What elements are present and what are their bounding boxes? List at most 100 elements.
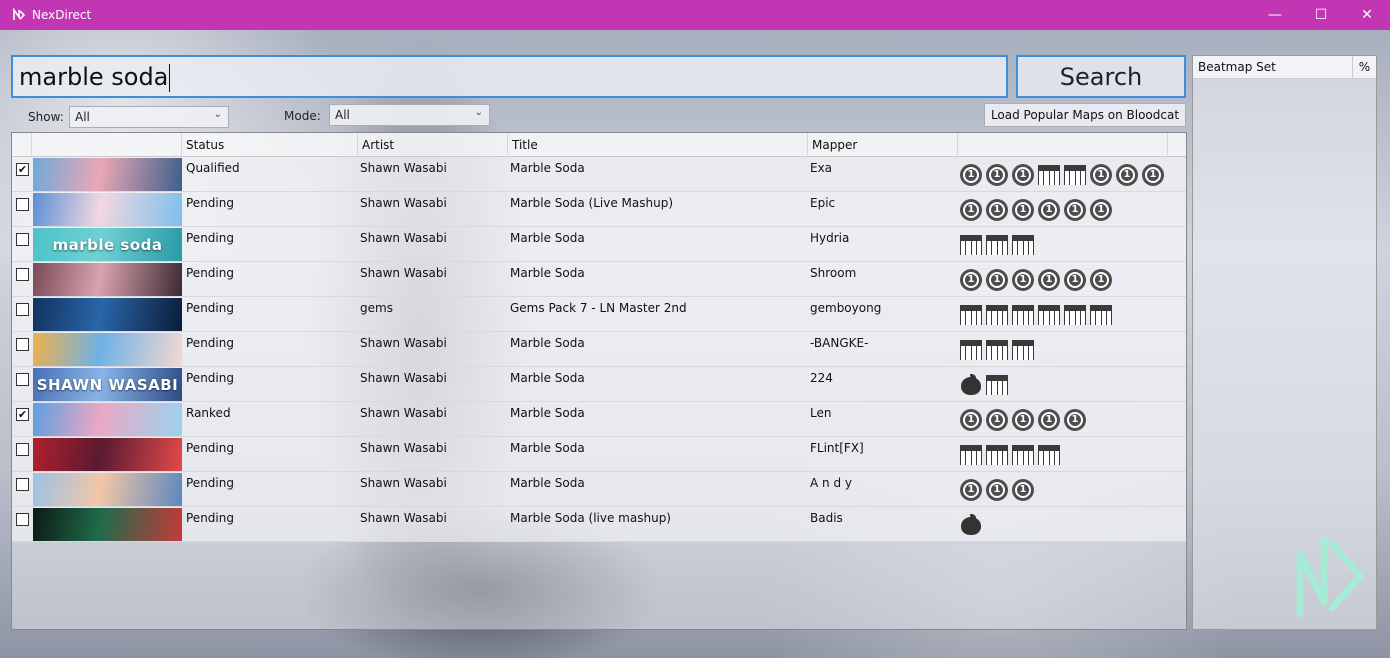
beatmap-thumbnail <box>33 263 182 296</box>
osu-mania-icon <box>1012 340 1034 360</box>
cell-status: Pending <box>186 231 234 245</box>
osu-mania-icon <box>1012 235 1034 255</box>
header-beatmap-set[interactable]: Beatmap Set <box>1193 56 1353 79</box>
cell-title: Marble Soda <box>510 336 585 350</box>
search-input[interactable]: marble soda <box>11 55 1008 98</box>
cell-status: Pending <box>186 511 234 525</box>
osu-standard-icon: 1 <box>960 164 982 186</box>
table-row[interactable]: marble soda Pending Shawn Wasabi Marble Sod… <box>12 227 1186 262</box>
osu-standard-icon: 1 <box>1038 409 1060 431</box>
osu-mania-icon <box>1090 305 1112 325</box>
osu-standard-icon: 1 <box>960 479 982 501</box>
difficulty-icons: 111111 <box>960 164 1164 186</box>
cell-status: Pending <box>186 301 234 315</box>
load-popular-button[interactable]: Load Popular Maps on Bloodcat <box>984 103 1186 127</box>
osu-mania-icon <box>986 375 1008 395</box>
cell-status: Pending <box>186 441 234 455</box>
header-artist[interactable]: Artist <box>358 133 508 157</box>
row-checkbox[interactable] <box>16 338 29 351</box>
maximize-icon: ☐ <box>1314 7 1328 23</box>
title-bar: NexDirect — ☐ ✕ <box>0 0 1390 30</box>
beatmap-results-grid[interactable]: Status Artist Title Mapper ✔ Qualified Sha… <box>11 132 1187 630</box>
cell-artist: Shawn Wasabi <box>360 336 447 350</box>
row-checkbox[interactable] <box>16 233 29 246</box>
osu-catch-icon <box>960 514 982 536</box>
search-button[interactable]: Search <box>1016 55 1186 98</box>
osu-mania-icon <box>1038 165 1060 185</box>
osu-standard-icon: 1 <box>986 269 1008 291</box>
osu-standard-icon: 1 <box>1012 164 1034 186</box>
beatmap-thumbnail <box>33 298 182 331</box>
osu-mania-icon <box>1038 445 1060 465</box>
osu-standard-icon: 1 <box>1142 164 1164 186</box>
cell-artist: Shawn Wasabi <box>360 406 447 420</box>
row-checkbox[interactable] <box>16 373 29 386</box>
row-checkbox[interactable] <box>16 478 29 491</box>
beatmap-thumbnail: marble soda <box>33 228 182 261</box>
osu-mania-icon <box>986 305 1008 325</box>
row-checkbox[interactable] <box>16 198 29 211</box>
difficulty-icons <box>960 339 1034 360</box>
show-filter-select[interactable]: All ⌄ <box>69 106 229 128</box>
osu-mania-icon <box>1064 165 1086 185</box>
cell-mapper: Exa <box>810 161 833 175</box>
table-row[interactable]: ✔ Ranked Shawn Wasabi Marble Soda Len 1 1 1 1 1 <box>12 402 1186 437</box>
header-percent[interactable]: % <box>1353 56 1376 79</box>
osu-standard-icon: 1 <box>986 479 1008 501</box>
osu-standard-icon: 1 <box>1064 409 1086 431</box>
difficulty-icons: 111 <box>960 479 1034 501</box>
row-checkbox[interactable] <box>16 513 29 526</box>
osu-mania-icon <box>986 235 1008 255</box>
table-row[interactable]: SHAWN WASABI Pending Shawn Wasabi Marble So… <box>12 367 1186 402</box>
osu-standard-icon: 1 <box>986 199 1008 221</box>
table-row[interactable]: Pending Shawn Wasabi Marble Soda (Live Mas… <box>12 192 1186 227</box>
close-button[interactable]: ✕ <box>1344 0 1390 30</box>
table-row[interactable]: Pending Shawn Wasabi Marble Soda A n d y111 <box>12 472 1186 507</box>
osu-mania-icon <box>1064 305 1086 325</box>
cell-status: Pending <box>186 371 234 385</box>
osu-catch-icon <box>960 374 982 396</box>
cell-mapper: Shroom <box>810 266 857 280</box>
beatmap-thumbnail <box>33 193 182 226</box>
osu-mania-icon <box>960 340 982 360</box>
cell-title: Marble Soda <box>510 371 585 385</box>
table-row[interactable]: Pending Shawn Wasabi Marble Soda (live mas… <box>12 507 1186 542</box>
osu-mania-icon <box>1038 305 1060 325</box>
cell-status: Pending <box>186 196 234 210</box>
row-checkbox[interactable] <box>16 443 29 456</box>
osu-standard-icon: 1 <box>1012 269 1034 291</box>
load-popular-label: Load Popular Maps on Bloodcat <box>990 108 1180 122</box>
mode-filter-select[interactable]: All ⌄ <box>329 104 490 126</box>
maximize-button[interactable]: ☐ <box>1298 0 1344 30</box>
header-title[interactable]: Title <box>508 133 808 157</box>
table-row[interactable]: Pending gems Gems Pack 7 - LN Master 2nd ge… <box>12 297 1186 332</box>
cell-title: Marble Soda <box>510 231 585 245</box>
chevron-down-icon: ⌄ <box>474 107 483 118</box>
cell-artist: Shawn Wasabi <box>360 266 447 280</box>
row-checkbox[interactable]: ✔ <box>16 163 29 176</box>
table-row[interactable]: ✔ Qualified Shawn Wasabi Marble Soda Exa 1 1 1 1… <box>12 157 1186 192</box>
header-difficulties-col <box>958 133 1168 157</box>
osu-standard-icon: 1 <box>1012 199 1034 221</box>
row-checkbox[interactable] <box>16 268 29 281</box>
row-checkbox[interactable]: ✔ <box>16 408 29 421</box>
difficulty-icons <box>960 514 982 536</box>
header-mapper[interactable]: Mapper <box>808 133 958 157</box>
search-button-label: Search <box>1059 62 1143 91</box>
table-row[interactable]: Pending Shawn Wasabi Marble Soda -BANGKE- <box>12 332 1186 367</box>
cell-status: Qualified <box>186 161 240 175</box>
beatmap-thumbnail <box>33 473 182 506</box>
grid-header: Status Artist Title Mapper <box>12 133 1186 157</box>
row-checkbox[interactable] <box>16 303 29 316</box>
minimize-icon: — <box>1268 7 1282 23</box>
header-status[interactable]: Status <box>182 133 358 157</box>
cell-mapper: Badis <box>810 511 843 525</box>
osu-mania-icon <box>1012 445 1034 465</box>
table-row[interactable]: Pending Shawn Wasabi Marble Soda FLint[FX] <box>12 437 1186 472</box>
cell-status: Pending <box>186 336 234 350</box>
table-row[interactable]: Pending Shawn Wasabi Marble Soda Shroom 1 1 1 1… <box>12 262 1186 297</box>
difficulty-icons <box>960 374 1008 396</box>
osu-standard-icon: 1 <box>1090 199 1112 221</box>
minimize-button[interactable]: — <box>1252 0 1298 30</box>
difficulty-icons: 111111 <box>960 269 1112 291</box>
